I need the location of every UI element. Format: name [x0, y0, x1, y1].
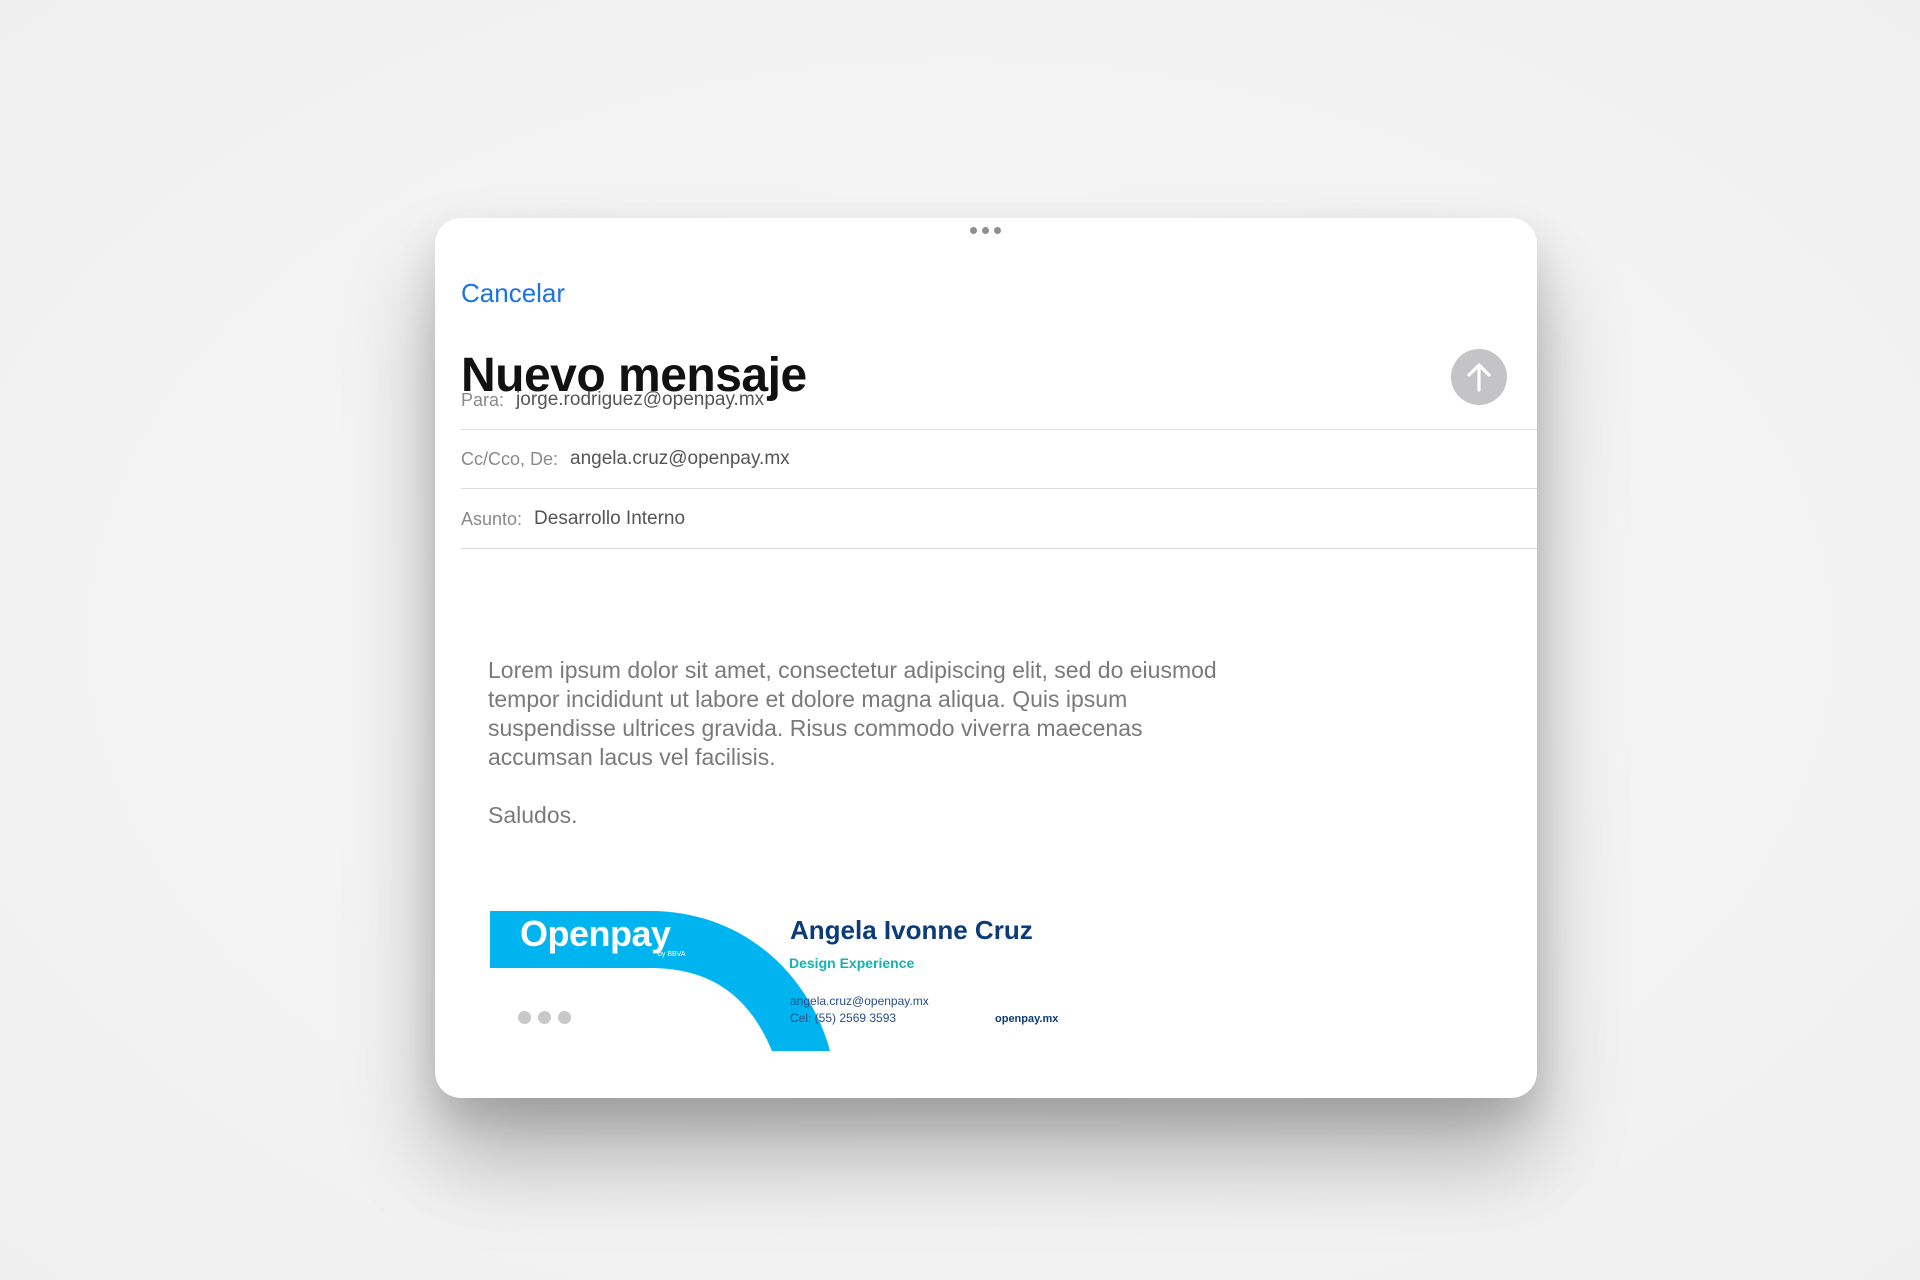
message-greeting[interactable]: Saludos. [488, 802, 578, 829]
facebook-icon[interactable] [518, 1011, 531, 1024]
brand-logo-sub: by BBVA [658, 951, 686, 958]
signature-name: Angela Ivonne Cruz [790, 915, 1033, 945]
screen-background: Cancelar Nuevo mensaje Para: jorge.rodri… [0, 0, 1920, 1280]
social-icons [518, 1011, 571, 1024]
subject-field[interactable]: Asunto: Desarrollo Interno [461, 490, 1537, 549]
message-body[interactable]: Lorem ipsum dolor sit amet, consectetur … [488, 656, 1248, 772]
signature-phone: Cel: (55) 2569 3593 [790, 1011, 897, 1025]
instagram-icon[interactable] [558, 1011, 571, 1024]
grabber-dot [982, 227, 989, 234]
to-label: Para: [461, 389, 505, 410]
subject-label: Asunto: [461, 508, 523, 529]
sheet-grabber-handle[interactable] [970, 227, 1001, 234]
to-field[interactable]: Para: jorge.rodriguez@openpay.mx [461, 371, 1537, 430]
compose-sheet: Cancelar Nuevo mensaje Para: jorge.rodri… [435, 218, 1537, 1098]
to-value[interactable]: jorge.rodriguez@openpay.mx [516, 389, 764, 411]
cancel-button[interactable]: Cancelar [461, 278, 565, 309]
subject-value[interactable]: Desarrollo Interno [534, 508, 685, 530]
cc-label: Cc/Cco, De: [461, 448, 559, 469]
twitter-icon[interactable] [538, 1011, 551, 1024]
grabber-dot [994, 227, 1001, 234]
cc-field[interactable]: Cc/Cco, De: angela.cruz@openpay.mx [461, 430, 1537, 489]
signature-email[interactable]: angela.cruz@openpay.mx [790, 994, 929, 1008]
signature-website[interactable]: openpay.mx [995, 1013, 1058, 1025]
email-signature: Openpay by BBVA Angela Ivonne Cruz Desig… [490, 911, 1190, 1071]
cc-value[interactable]: angela.cruz@openpay.mx [570, 448, 790, 470]
grabber-dot [970, 227, 977, 234]
signature-role: Design Experience [789, 955, 915, 971]
brand-logo: Openpay [520, 913, 671, 954]
